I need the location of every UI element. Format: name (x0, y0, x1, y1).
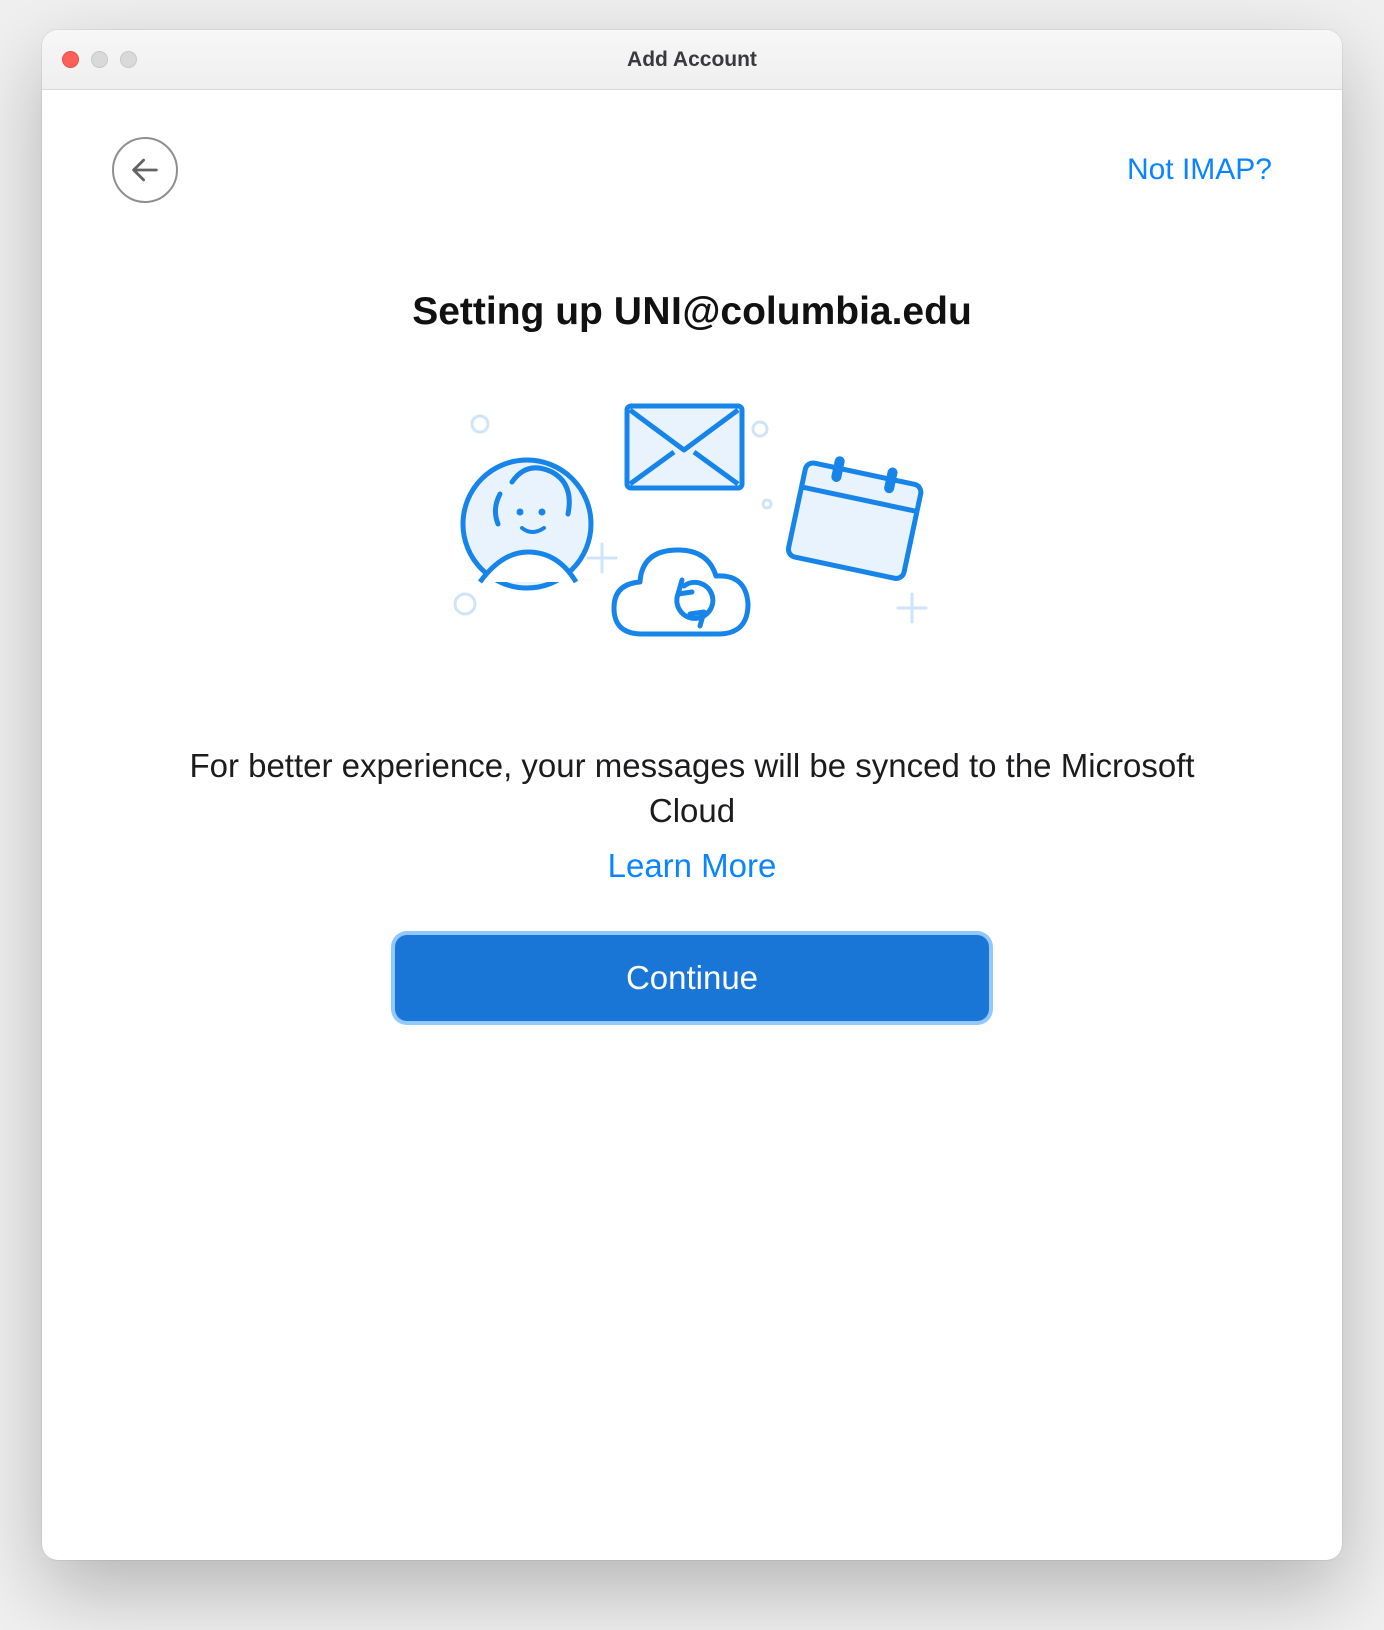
cloud-sync-icon (614, 550, 748, 634)
heading-suffix: @columbia.edu (682, 290, 971, 333)
add-account-window: Add Account Not IMAP? Setting up UNI@col… (42, 30, 1342, 1560)
not-imap-link[interactable]: Not IMAP? (1127, 153, 1272, 187)
content-area: Not IMAP? Setting up UNI@columbia.edu (42, 90, 1342, 1560)
window-title: Add Account (42, 48, 1342, 72)
setup-heading: Setting up UNI@columbia.edu (112, 290, 1272, 334)
envelope-icon (627, 406, 742, 488)
sync-description: For better experience, your messages wil… (112, 744, 1272, 833)
titlebar: Add Account (42, 30, 1342, 90)
content-topbar: Not IMAP? (112, 130, 1272, 210)
sync-illustration (382, 394, 1002, 674)
arrow-left-icon (128, 153, 162, 187)
calendar-icon (787, 450, 925, 580)
learn-more-link[interactable]: Learn More (112, 847, 1272, 885)
heading-uni: UNI (614, 290, 683, 333)
heading-prefix: Setting up (412, 290, 613, 333)
back-button[interactable] (112, 137, 178, 203)
continue-button[interactable]: Continue (395, 935, 989, 1021)
avatar-icon (463, 460, 591, 588)
